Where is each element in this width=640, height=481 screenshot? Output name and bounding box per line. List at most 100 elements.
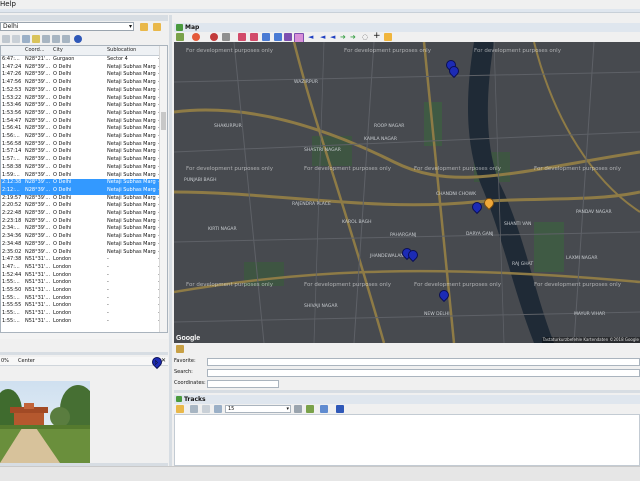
back-icon[interactable]	[2, 35, 10, 43]
table-row[interactable]: 1:55:...N51°31'...London--	[1, 318, 161, 326]
table-row[interactable]: 1:56:41 N28°39'... Ö Delhi Netaji Subhas Ma…	[1, 125, 161, 133]
save-track-icon[interactable]	[190, 405, 198, 413]
paste-icon[interactable]	[62, 35, 70, 43]
cell-city: Ö Delhi	[53, 248, 72, 255]
comment-icon[interactable]: ◌	[362, 32, 368, 42]
cell-coordinates: N51°31'...	[25, 271, 51, 278]
arrow-left-icon[interactable]: ◄	[308, 32, 313, 42]
table-row[interactable]: 1:52:44N51°31'...London--	[1, 272, 161, 280]
table-row[interactable]: 2:12:... N28°39'... Ö Delhi Netaji Subhas M…	[1, 186, 161, 195]
column-header-sublocation[interactable]: Sublocation	[107, 46, 136, 55]
table-row[interactable]: 1:56:58 N28°39'... Ö Delhi Netaji Subhas Ma…	[1, 141, 161, 149]
arrow-forward-icon[interactable]: ➜	[350, 32, 356, 42]
copy-icon[interactable]	[52, 35, 60, 43]
column-header-coordinates[interactable]: Coord...	[25, 46, 45, 55]
table-row[interactable]: 2:34:48 N28°39'... Ö Delhi Netaji Subhas Ma…	[1, 241, 161, 249]
table-row[interactable]: 2:23:18 N28°39'... Ö Delhi Netaji Subhas Ma…	[1, 218, 161, 226]
close-icon[interactable]: ✕	[161, 357, 166, 365]
track-width-select[interactable]: 15 ▾	[225, 405, 291, 413]
color-track-icon[interactable]	[214, 405, 222, 413]
cell-sublocation: Netaji Subhas Marg	[107, 179, 156, 186]
cluster2-icon[interactable]	[274, 33, 282, 41]
search-input[interactable]	[207, 369, 640, 377]
panel-splitter[interactable]	[0, 352, 168, 355]
table-row[interactable]: 2:34:... N28°39'... Ö Delhi Netaji Subhas M…	[1, 225, 161, 233]
route-icon[interactable]	[284, 33, 292, 41]
open-track-icon[interactable]	[176, 405, 184, 413]
cell-coordinates: N51°31'...	[25, 302, 51, 309]
photo-pin-icon[interactable]	[238, 33, 246, 41]
table-row[interactable]: 1:47:24 N28°39'... Ö Delhi Netaji Subhas Ma…	[1, 64, 161, 72]
table-row[interactable]: 1:53:56 N28°39'... Ö Delhi Netaji Subhas Ma…	[1, 110, 161, 118]
table-row[interactable]: 1:55:...N51°31'...London--	[1, 310, 161, 318]
comment-icon[interactable]	[294, 405, 302, 413]
open-folder-button[interactable]	[139, 22, 149, 31]
arrow-back-icon[interactable]: ◄	[330, 32, 335, 42]
table-row[interactable]: 1:57:14 N28°39'... Ö Delhi Netaji Subhas Ma…	[1, 148, 161, 156]
tag-icon[interactable]	[32, 35, 40, 43]
table-row[interactable]: 1:53:46 N28°39'... Ö Delhi Netaji Subhas Ma…	[1, 102, 161, 110]
table-row[interactable]: 2:20:52 N28°39'... Ö Delhi Netaji Subhas Ma…	[1, 202, 161, 210]
table-row[interactable]: 2:34:36 N28°39'... Ö Delhi Netaji Subhas Ma…	[1, 233, 161, 241]
delete-track-icon[interactable]	[202, 405, 210, 413]
table-row[interactable]: 1:55:...N51°31'...London--	[1, 295, 161, 303]
map-place-label: SHAKURPUR	[214, 124, 242, 129]
filter-icon[interactable]	[306, 405, 314, 413]
table-row[interactable]: 1:55:...N51°31'...London--	[1, 279, 161, 287]
table-row[interactable]: 6:47:...N28°21'...GurgaonSector 4-	[1, 56, 161, 64]
arrow-green-icon[interactable]: ➜	[340, 32, 346, 42]
tracks-list[interactable]	[174, 414, 640, 466]
table-row[interactable]: 1:55:50N51°31'...London--	[1, 287, 161, 295]
location-icon[interactable]	[222, 33, 230, 41]
table-horizontal-scrollbar[interactable]	[0, 333, 168, 339]
map-view[interactable]: For development purposes only For develo…	[174, 42, 640, 343]
table-row[interactable]: 1:57:... N28°39'... Ö Delhi Netaji Subhas M…	[1, 156, 161, 164]
table-row[interactable]: 1:47:26 N28°39'... Ö Delhi Netaji Subhas Ma…	[1, 71, 161, 79]
zoom-level[interactable]: 0%	[1, 357, 9, 365]
table-row[interactable]: 2:35:02 N28°39'... Ö Delhi Netaji Subhas Ma…	[1, 249, 161, 257]
photo-pin-add-icon[interactable]	[250, 33, 258, 41]
arrow-left-alt-icon[interactable]: ◄	[320, 32, 325, 42]
vertical-splitter[interactable]	[169, 15, 172, 466]
marker-icon[interactable]	[210, 33, 218, 41]
table-row[interactable]: 1:58:38 N28°39'... Ö Delhi Netaji Subhas Ma…	[1, 164, 161, 172]
table-row[interactable]: 1:53:22 N28°39'... Ö Delhi Netaji Subhas Ma…	[1, 95, 161, 103]
table-row[interactable]: 1:59:... N28°39'... Ö Delhi Netaji Subhas M…	[1, 172, 161, 180]
map-toolbar: ◄ ◄ ◄ ➜ ➜ ◌ +	[174, 31, 640, 43]
table-vertical-scrollbar[interactable]	[159, 46, 167, 332]
table-row[interactable]: 1:55:55N51°31'...London--	[1, 302, 161, 310]
folder-select[interactable]: Delhi ▾	[0, 22, 134, 31]
add-icon[interactable]: +	[373, 31, 381, 41]
menu-help[interactable]: Help	[0, 0, 16, 9]
favorite-field[interactable]	[207, 358, 640, 366]
view-mode[interactable]: Center	[18, 357, 35, 365]
table-row[interactable]: 2:19:57 N28°39'... Ö Delhi Netaji Subhas Ma…	[1, 195, 161, 203]
table-row[interactable]: 1:47:38N51°31'...London--	[1, 256, 161, 264]
horizontal-splitter[interactable]	[174, 390, 640, 393]
view-track-icon[interactable]	[336, 405, 344, 413]
table-row[interactable]: 1:56:... N28°39'... Ö Delhi Netaji Subhas M…	[1, 133, 161, 141]
globe-icon[interactable]	[74, 35, 82, 43]
map-type-icon[interactable]	[176, 33, 184, 41]
table-row[interactable]: 1:54:47 N28°39'... Ö Delhi Netaji Subhas Ma…	[1, 118, 161, 126]
pin-red-icon[interactable]	[192, 33, 200, 41]
undo-icon[interactable]	[42, 35, 50, 43]
coordinates-field[interactable]	[207, 380, 279, 388]
up-icon[interactable]	[12, 35, 20, 43]
column-header-city[interactable]: City	[53, 46, 63, 55]
star-icon[interactable]	[384, 33, 392, 41]
folder-menu-button[interactable]	[152, 22, 162, 31]
scrollbar-thumb[interactable]	[161, 112, 166, 130]
refresh-icon[interactable]	[22, 35, 30, 43]
map-attribution[interactable]: Tastaturkurzbefehle Kartendaten ©2018 Go…	[541, 337, 640, 343]
table-row[interactable]: 1:47:56 N28°39'... Ö Delhi Netaji Subhas Ma…	[1, 79, 161, 87]
table-row[interactable]: 2:22:48 N28°39'... Ö Delhi Netaji Subhas Ma…	[1, 210, 161, 218]
cell-city: Ö Delhi	[53, 156, 72, 163]
table-row[interactable]: 1:52:53 N28°39'... Ö Delhi Netaji Subhas Ma…	[1, 87, 161, 95]
zoom-track-icon[interactable]	[320, 405, 328, 413]
table-row[interactable]: 2:12:38 N28°39'... Ö Delhi Netaji Subhas Ma…	[1, 179, 161, 187]
cluster-icon[interactable]	[262, 33, 270, 41]
map-options-button[interactable]	[174, 344, 186, 354]
table-row[interactable]: 1:47:...N51°31'...London--	[1, 264, 161, 272]
cell-city: Ö Delhi	[53, 109, 72, 116]
